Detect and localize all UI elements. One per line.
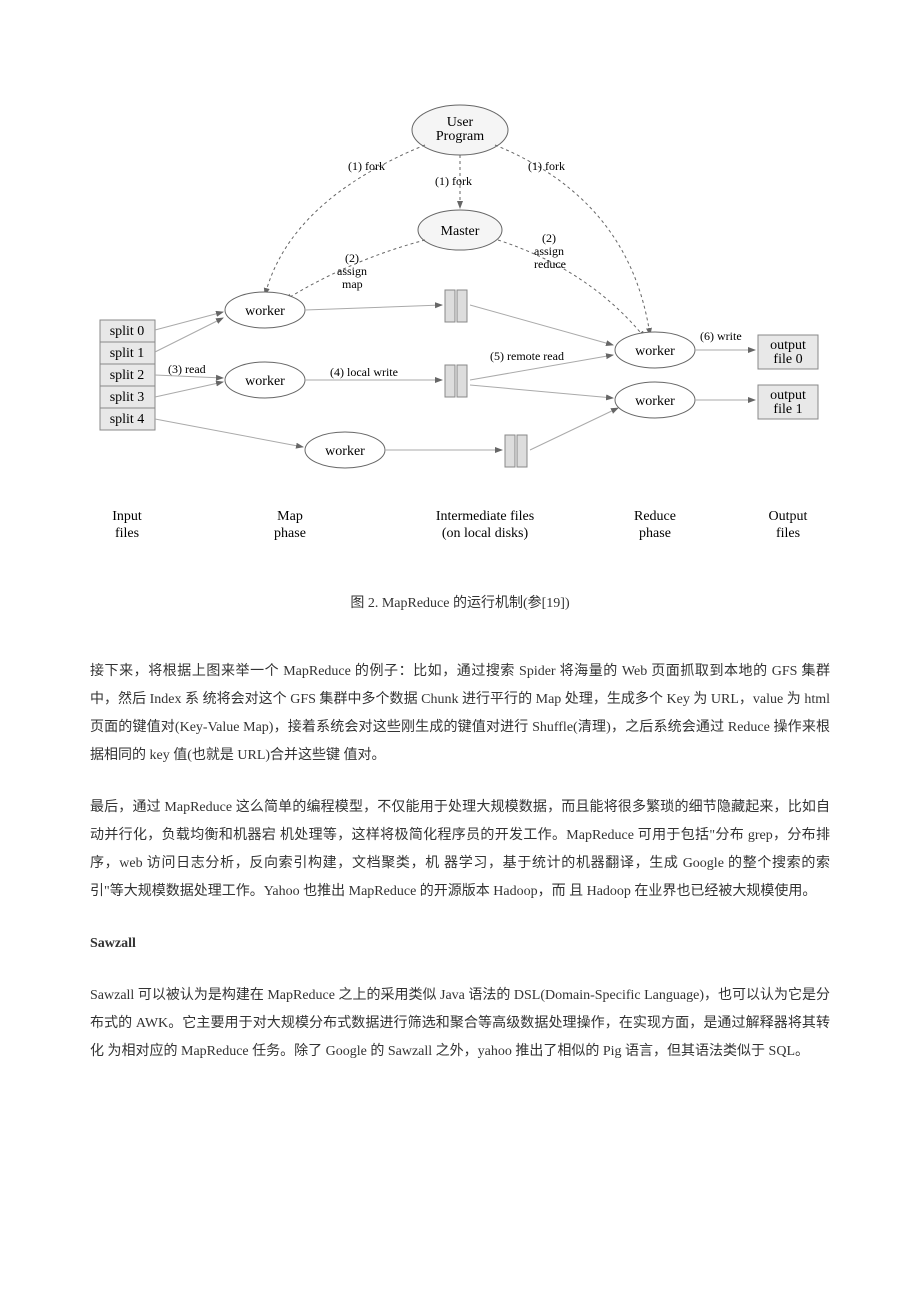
write-label: (6) write xyxy=(700,329,742,343)
svg-text:phase: phase xyxy=(639,526,671,541)
svg-text:phase: phase xyxy=(274,526,306,541)
splits-group: split 0 split 1 split 2 split 3 split 4 xyxy=(100,320,155,430)
svg-text:split 2: split 2 xyxy=(110,368,145,383)
svg-text:files: files xyxy=(115,526,139,541)
assign-reduce-label: (2) xyxy=(542,231,556,245)
read-label: (3) read xyxy=(168,362,206,376)
paragraph-1: 接下来，将根据上图来举一个 MapReduce 的例子：比如，通过搜索 Spid… xyxy=(90,658,830,770)
svg-text:output: output xyxy=(770,388,806,403)
phase-reduce: Reduce xyxy=(634,509,676,524)
paragraph-2: 最后，通过 MapReduce 这么简单的编程模型，不仅能用于处理大规模数据，而… xyxy=(90,794,830,906)
svg-text:file 0: file 0 xyxy=(773,352,802,367)
paragraph-3: Sawzall 可以被认为是构建在 MapReduce 之上的采用类似 Java… xyxy=(90,982,830,1066)
svg-text:file 1: file 1 xyxy=(773,402,802,417)
master-label: Master xyxy=(441,224,480,239)
figure-caption: 图 2. MapReduce 的运行机制(参[19]) xyxy=(90,590,830,618)
svg-text:worker: worker xyxy=(635,344,675,359)
svg-text:files: files xyxy=(776,526,800,541)
svg-text:split 3: split 3 xyxy=(110,390,145,405)
svg-text:Program: Program xyxy=(436,129,484,144)
svg-text:assign: assign xyxy=(534,244,564,258)
intermediate-2 xyxy=(445,365,467,397)
intermediate-3 xyxy=(505,435,527,467)
svg-text:split 1: split 1 xyxy=(110,346,145,361)
svg-text:worker: worker xyxy=(635,394,675,409)
remote-read-label: (5) remote read xyxy=(490,349,564,363)
svg-text:worker: worker xyxy=(245,304,285,319)
phase-map: Map xyxy=(277,509,303,524)
svg-text:split 0: split 0 xyxy=(110,324,145,339)
mapreduce-diagram: User Program Master (1) fork (1) fork (1… xyxy=(90,100,830,560)
svg-text:assign: assign xyxy=(337,264,367,278)
fork-label-right: (1) fork xyxy=(528,159,565,173)
fork-label-center: (1) fork xyxy=(435,174,472,188)
phase-intermediate: Intermediate files xyxy=(436,509,534,524)
phase-input: Input xyxy=(112,509,142,524)
user-program-label: User xyxy=(447,115,474,130)
sawzall-heading: Sawzall xyxy=(90,930,830,958)
local-write-label: (4) local write xyxy=(330,365,398,379)
svg-text:worker: worker xyxy=(325,444,365,459)
svg-text:map: map xyxy=(342,277,363,291)
fork-label-left: (1) fork xyxy=(348,159,385,173)
phase-output: Output xyxy=(769,509,808,524)
assign-map-label: (2) xyxy=(345,251,359,265)
intermediate-1 xyxy=(445,290,467,322)
svg-text:split 4: split 4 xyxy=(110,412,145,427)
svg-text:(on local disks): (on local disks) xyxy=(442,526,529,541)
svg-text:reduce: reduce xyxy=(534,257,566,271)
svg-text:worker: worker xyxy=(245,374,285,389)
svg-text:output: output xyxy=(770,338,806,353)
